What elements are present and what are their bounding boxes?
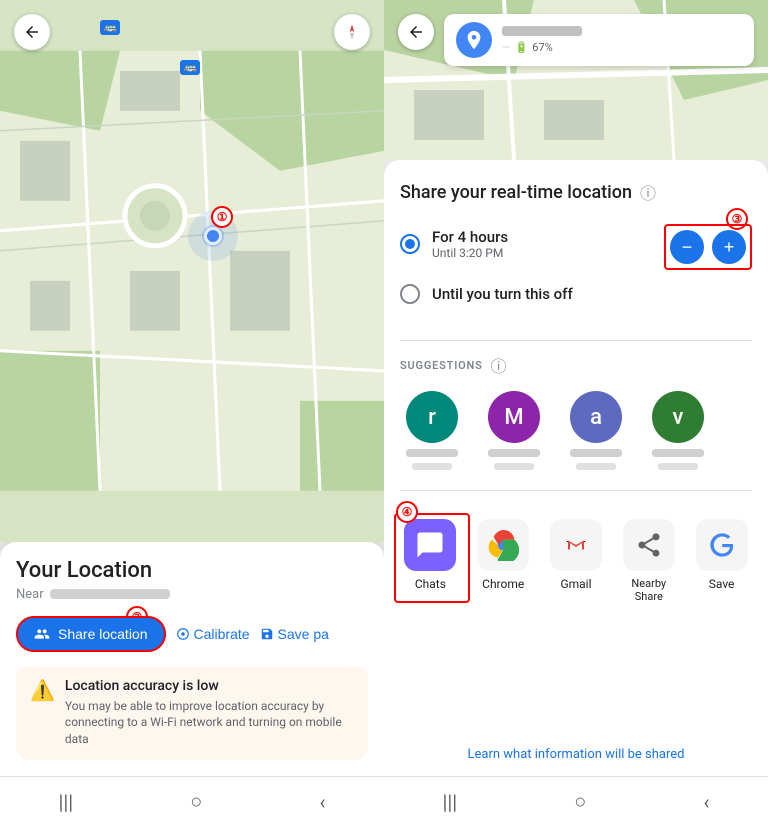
divider-2 bbox=[400, 490, 752, 491]
near-blur bbox=[50, 589, 170, 599]
battery-icon: 🔋 bbox=[515, 41, 529, 54]
bus-icon-2: 🚌 bbox=[180, 60, 200, 75]
nav-back-icon[interactable]: ‹ bbox=[319, 790, 325, 814]
nav-bar-right: ||| ○ ‹ bbox=[384, 776, 768, 826]
share-sheet: Share your real-time location ⓘ ③ For 4 … bbox=[384, 160, 768, 776]
accuracy-warning-icon: ⚠️ bbox=[30, 678, 55, 748]
chats-icon bbox=[404, 519, 456, 571]
contact-avatar-a: a bbox=[570, 391, 622, 443]
app-item-nearby-share[interactable]: Nearby Share bbox=[618, 519, 679, 603]
share-location-wrapper: Share location bbox=[16, 616, 166, 652]
nav-home-icon-right[interactable]: ○ bbox=[574, 789, 586, 814]
duration-options: ③ For 4 hours Until 3:20 PM − + bbox=[400, 220, 752, 312]
share-title: Share your real-time location bbox=[400, 182, 632, 203]
app-item-chats[interactable]: Chats bbox=[400, 519, 461, 603]
your-location-title: Your Location bbox=[16, 558, 368, 583]
nearby-share-icon bbox=[623, 519, 675, 571]
suggestions-header: SUGGESTIONS ⓘ bbox=[400, 353, 752, 377]
save-label: Save bbox=[709, 577, 735, 591]
nav-home-icon[interactable]: ○ bbox=[190, 789, 202, 814]
chrome-label: Chrome bbox=[482, 577, 524, 591]
save-icon bbox=[696, 519, 748, 571]
contact-avatar-r: r bbox=[406, 391, 458, 443]
step1-marker: ① bbox=[211, 206, 233, 228]
step4-marker: ④ bbox=[396, 501, 418, 523]
chrome-icon bbox=[477, 519, 529, 571]
contact-sub-a bbox=[576, 463, 616, 470]
contact-item-r[interactable]: r bbox=[400, 391, 464, 470]
nav-recents-icon[interactable]: ||| bbox=[59, 790, 74, 814]
accuracy-text: Location accuracy is low You may be able… bbox=[65, 678, 354, 748]
bus-icon-1: 🚌 bbox=[100, 20, 120, 35]
share-title-row: Share your real-time location ⓘ bbox=[400, 180, 752, 204]
device-name bbox=[502, 26, 582, 36]
left-panel: 🚌 🚌 ① Your Location Near ② bbox=[0, 0, 384, 826]
map-area-left: 🚌 🚌 ① bbox=[0, 0, 384, 542]
calibrate-button[interactable]: Calibrate bbox=[176, 626, 250, 642]
action-buttons-row: ② Share location Calibrate bbox=[16, 616, 368, 652]
contact-name-v bbox=[652, 449, 704, 457]
contact-avatar-v: v bbox=[652, 391, 704, 443]
device-info: — 🔋 67% bbox=[502, 26, 742, 54]
contact-avatar-m: M bbox=[488, 391, 540, 443]
app-item-save[interactable]: Save bbox=[691, 519, 752, 603]
save-button[interactable]: Save pa bbox=[260, 626, 329, 642]
device-avatar bbox=[456, 22, 492, 58]
app-item-gmail[interactable]: Gmail bbox=[546, 519, 607, 603]
right-panel: — 🔋 67% Share your real-time location ⓘ … bbox=[384, 0, 768, 826]
near-text: Near bbox=[16, 587, 368, 602]
contact-sub-m bbox=[494, 463, 534, 470]
share-location-button[interactable]: Share location bbox=[16, 616, 166, 652]
contact-name-a bbox=[570, 449, 622, 457]
contacts-row: r M a v bbox=[400, 391, 752, 470]
map-area-right: — 🔋 67% bbox=[384, 0, 768, 160]
radio-4hours bbox=[400, 234, 420, 254]
duration-controls: − + bbox=[664, 224, 752, 270]
back-button-right[interactable] bbox=[398, 14, 434, 50]
radio-indefinite bbox=[400, 284, 420, 304]
increase-duration-button[interactable]: + bbox=[712, 230, 746, 264]
device-sub: — 🔋 67% bbox=[502, 41, 742, 54]
contact-item-m[interactable]: M bbox=[482, 391, 546, 470]
location-wrapper bbox=[204, 227, 222, 245]
contact-item-a[interactable]: a bbox=[564, 391, 628, 470]
gmail-label: Gmail bbox=[560, 577, 591, 591]
contact-sub-r bbox=[412, 463, 452, 470]
info-icon[interactable]: ⓘ bbox=[640, 180, 656, 204]
learn-link[interactable]: Learn what information will be shared bbox=[400, 733, 752, 776]
duration-4hours-text: For 4 hours Until 3:20 PM bbox=[432, 228, 508, 260]
bottom-card: Your Location Near ② Share location bbox=[0, 542, 384, 776]
chats-label: Chats bbox=[415, 577, 446, 591]
app-item-chrome[interactable]: Chrome bbox=[473, 519, 534, 603]
compass-left bbox=[334, 14, 370, 50]
device-card: — 🔋 67% bbox=[444, 14, 754, 66]
gmail-icon bbox=[550, 519, 602, 571]
back-button-left[interactable] bbox=[14, 14, 50, 50]
contact-name-r bbox=[406, 449, 458, 457]
nav-bar-left: ||| ○ ‹ bbox=[0, 776, 384, 826]
nearby-share-label: Nearby Share bbox=[618, 577, 679, 603]
contact-name-m bbox=[488, 449, 540, 457]
nav-recents-icon-right[interactable]: ||| bbox=[443, 790, 458, 814]
apps-row: ④ Chats bbox=[400, 519, 752, 603]
accuracy-card: ⚠️ Location accuracy is low You may be a… bbox=[16, 666, 368, 760]
decrease-duration-button[interactable]: − bbox=[670, 230, 704, 264]
duration-option-indefinite[interactable]: Until you turn this off bbox=[400, 276, 752, 312]
contact-item-v[interactable]: v bbox=[646, 391, 710, 470]
nav-back-icon-right[interactable]: ‹ bbox=[703, 790, 709, 814]
contact-sub-v bbox=[658, 463, 698, 470]
divider-1 bbox=[400, 340, 752, 341]
suggestions-info-icon[interactable]: ⓘ bbox=[491, 353, 507, 377]
